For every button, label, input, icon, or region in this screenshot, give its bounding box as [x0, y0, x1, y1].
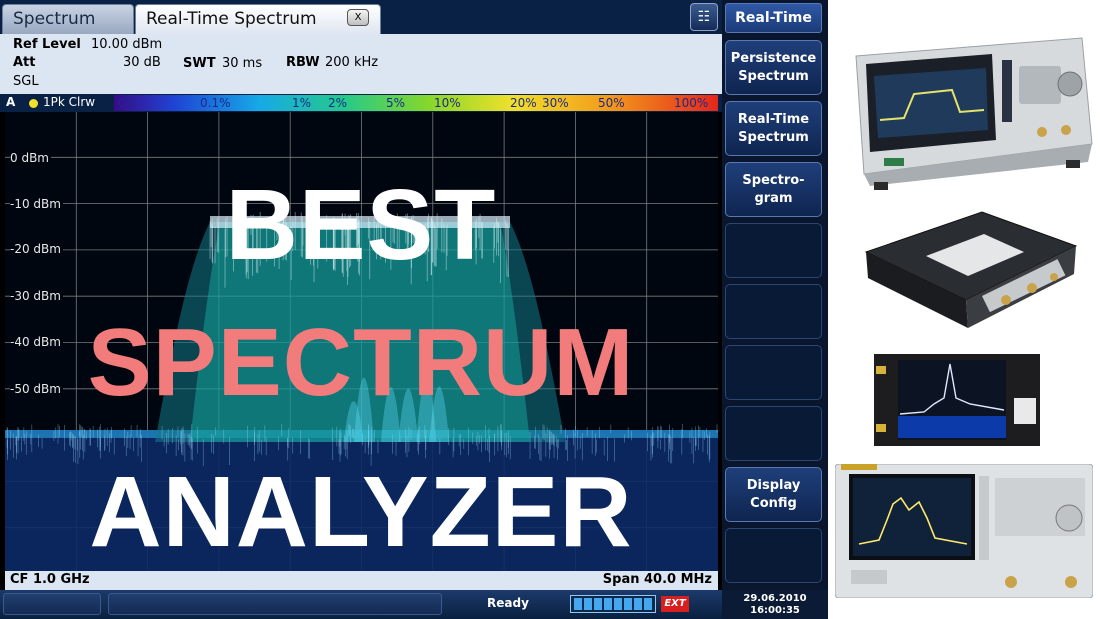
- y-axis-label: 0 dBm: [10, 151, 51, 165]
- scale-label: 20%: [510, 96, 537, 110]
- att-label: Att: [13, 55, 36, 70]
- trace-mode: 1Pk Clrw: [43, 95, 96, 109]
- scale-label: 100%: [674, 96, 709, 110]
- softkey-persistence-spectrum[interactable]: Persistence Spectrum: [725, 40, 822, 95]
- softkey-spectrogram[interactable]: Spectro- gram: [725, 162, 822, 217]
- softkey-header-real-time[interactable]: Real-Time: [725, 3, 822, 33]
- product-images-column: [828, 0, 1100, 619]
- close-tab-button[interactable]: X: [347, 9, 369, 26]
- att-value: 30 dB: [123, 55, 161, 70]
- date-time-display: 29.06.2010 16:00:35: [722, 590, 828, 619]
- status-field[interactable]: [3, 593, 101, 615]
- scale-label: 5%: [386, 96, 406, 110]
- ref-level-label: Ref Level: [13, 37, 81, 52]
- date-text: 29.06.2010: [743, 593, 807, 604]
- tab-bar: Spectrum Real-Time Spectrum X ☷: [0, 0, 722, 34]
- time-text: 16:00:35: [750, 605, 800, 616]
- handheld-analyzer-image: [874, 354, 1040, 446]
- front-panel-analyzer-image: [835, 464, 1093, 598]
- trace-color-dot: [29, 99, 38, 108]
- ext-reference-indicator: EXT: [661, 596, 689, 612]
- persistence-color-scale: 0% 0.1% 1% 2% 5% 10% 20% 30% 50% 100%: [114, 95, 718, 111]
- softkey-empty[interactable]: [725, 284, 822, 339]
- trace-bar: A 1Pk Clrw 0% 0.1% 1% 2% 5% 10% 20% 30% …: [0, 94, 722, 112]
- page: Spectrum Real-Time Spectrum X ☷ Ref Leve…: [0, 0, 1100, 619]
- spectrum-analyzer-screen: Spectrum Real-Time Spectrum X ☷ Ref Leve…: [0, 0, 828, 619]
- scale-label: 2%: [328, 96, 348, 110]
- measurement-parameters: Ref Level 10.00 dBm Att 30 dB SWT 30 ms …: [0, 34, 722, 94]
- overlay-title-line-3: ANALYZER: [89, 456, 633, 568]
- tab-spectrum[interactable]: Spectrum: [2, 4, 134, 34]
- swt-label: SWT: [183, 56, 216, 71]
- swt-value: 30 ms: [222, 56, 263, 71]
- softkey-empty[interactable]: [725, 345, 822, 400]
- trace-letter: A: [6, 95, 16, 109]
- scale-label: 30%: [542, 96, 569, 110]
- ref-level-value: 10.00 dBm: [91, 37, 163, 52]
- scale-label: 0%: [118, 96, 138, 110]
- benchtop-analyzer-image: [855, 37, 1093, 190]
- frequency-footer: CF 1.0 GHz Span 40.0 MHz: [5, 571, 718, 590]
- softkey-display-config[interactable]: Display Config: [725, 467, 822, 522]
- scale-label: 1%: [292, 96, 312, 110]
- progress-bar: [570, 595, 656, 613]
- softkey-empty[interactable]: [725, 406, 822, 461]
- softkey-real-time-spectrum[interactable]: Real-Time Spectrum: [725, 101, 822, 156]
- rbw-label: RBW: [286, 55, 320, 70]
- span-value: Span 40.0 MHz: [602, 572, 712, 587]
- scale-label: 0.1%: [200, 96, 231, 110]
- scale-label: 10%: [434, 96, 461, 110]
- usb-spectrum-analyzer-image: [864, 211, 1078, 328]
- overlay-title-line-2: SPECTRUM: [87, 309, 635, 416]
- overlay-title-line-1: BEST: [225, 169, 497, 281]
- softkey-empty[interactable]: [725, 223, 822, 278]
- tab-real-time-spectrum[interactable]: Real-Time Spectrum: [135, 4, 381, 34]
- scale-label: 50%: [598, 96, 625, 110]
- status-message-field[interactable]: [108, 593, 442, 615]
- softkey-panel: Real-Time Persistence Spectrum Real-Time…: [722, 0, 828, 619]
- softkey-empty[interactable]: [725, 528, 822, 583]
- center-frequency: CF 1.0 GHz: [10, 572, 90, 587]
- status-bar: Ready EXT: [0, 590, 722, 619]
- y-axis-label: -30 dBm: [10, 289, 63, 303]
- menu-dropdown-icon[interactable]: ☷: [690, 3, 718, 31]
- rbw-value: 200 kHz: [325, 55, 379, 70]
- sweep-mode: SGL: [13, 74, 39, 89]
- ready-status: Ready: [487, 596, 529, 610]
